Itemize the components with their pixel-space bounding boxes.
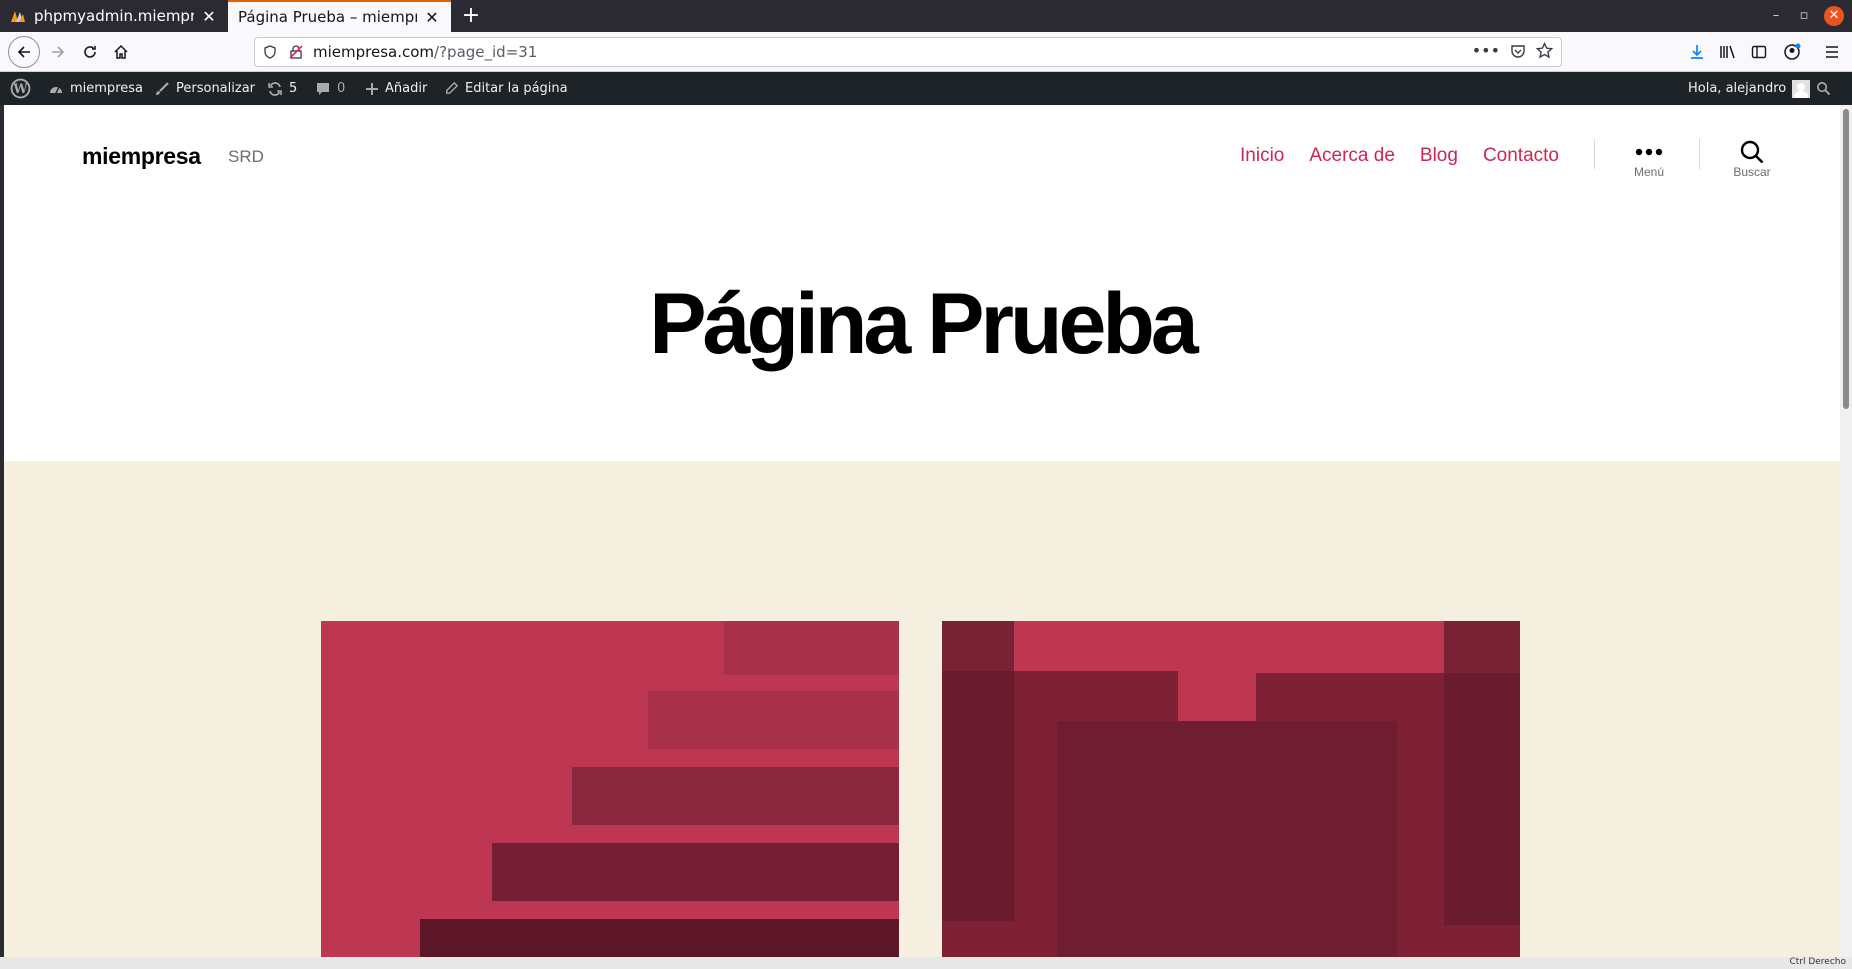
- url-bar[interactable]: miempresa.com/?page_id=31 •••: [254, 37, 1562, 67]
- pencil-icon: [444, 81, 459, 96]
- browser-tab[interactable]: phpmyadmin.miempresa ✕: [0, 0, 228, 32]
- nav-item-contacto[interactable]: Contacto: [1483, 145, 1559, 167]
- primary-navigation: Inicio Acerca de Blog Contacto: [1240, 145, 1559, 167]
- svg-text:W: W: [12, 81, 28, 96]
- arrow-left-icon: [17, 46, 30, 58]
- library-icon: [1720, 45, 1735, 59]
- wordpress-logo-icon: W: [10, 78, 31, 99]
- hamburger-menu-icon: [1826, 46, 1838, 58]
- admin-site-name-label: miempresa: [70, 81, 143, 96]
- avatar: [1792, 79, 1811, 98]
- sidebar-button[interactable]: [1745, 38, 1773, 66]
- forward-button[interactable]: [44, 38, 72, 66]
- wordpress-logo-button[interactable]: W: [10, 72, 31, 105]
- admin-customize-label: Personalizar: [176, 81, 256, 96]
- page-title: Página Prueba: [649, 276, 1198, 372]
- browser-tab-active[interactable]: Página Prueba – miempresa ✕: [228, 0, 451, 32]
- back-button[interactable]: [8, 36, 40, 68]
- reload-button[interactable]: [76, 38, 104, 66]
- library-button[interactable]: [1714, 38, 1742, 66]
- admin-account-menu[interactable]: Hola, alejandro: [1688, 72, 1811, 105]
- page-scrollbar[interactable]: [1840, 105, 1852, 957]
- home-button[interactable]: [107, 38, 135, 66]
- comment-bubble-icon: [315, 81, 331, 97]
- admin-comments[interactable]: 0: [315, 72, 345, 105]
- header-divider: [1699, 139, 1700, 169]
- site-title[interactable]: miempresa: [82, 143, 201, 170]
- insecure-lock-icon[interactable]: [289, 45, 305, 59]
- account-button[interactable]: [1778, 38, 1806, 66]
- shield-icon[interactable]: [263, 45, 279, 59]
- updates-icon: [267, 81, 283, 97]
- plus-icon: [365, 82, 379, 96]
- close-tab-icon[interactable]: ✕: [423, 8, 441, 27]
- paintbrush-icon: [154, 81, 170, 97]
- decorative-art-image: [942, 621, 1520, 957]
- comments-count: 0: [337, 81, 346, 96]
- arrow-right-icon: [52, 46, 65, 58]
- os-status-bar: Ctrl Derecho: [0, 957, 1852, 969]
- window-close-button[interactable]: ✕: [1824, 6, 1844, 26]
- site-description: SRD: [228, 147, 264, 166]
- search-icon: [1739, 139, 1765, 165]
- page-actions-icon[interactable]: •••: [1472, 42, 1500, 59]
- greeting-label: Hola, alejandro: [1688, 81, 1787, 96]
- bookmark-star-icon[interactable]: [1536, 42, 1553, 59]
- admin-edit-page[interactable]: Editar la página: [444, 72, 568, 105]
- reload-icon: [84, 46, 96, 58]
- admin-updates[interactable]: 5: [267, 72, 297, 105]
- wp-admin-bar: W miempresa Personalizar 5 0 Añadir Edit…: [0, 72, 1852, 105]
- phpmyadmin-icon: [11, 11, 25, 22]
- header-divider: [1594, 139, 1595, 169]
- tab-title: phpmyadmin.miempresa: [34, 7, 194, 25]
- nav-item-blog[interactable]: Blog: [1420, 145, 1458, 167]
- sidebar-icon: [1751, 45, 1767, 59]
- restore-icon[interactable]: ▫: [1794, 6, 1814, 26]
- account-icon: [1784, 43, 1801, 60]
- search-toggle-label: Buscar: [1733, 165, 1771, 179]
- app-menu-button[interactable]: [1818, 38, 1846, 66]
- url-domain: miempresa.com: [313, 43, 435, 61]
- browser-tab-strip: phpmyadmin.miempresa ✕ Página Prueba – m…: [0, 0, 1852, 32]
- admin-add-new[interactable]: Añadir: [365, 72, 427, 105]
- new-tab-button[interactable]: +: [458, 3, 484, 29]
- ellipsis-icon: [1635, 139, 1663, 165]
- host-key-label: Ctrl Derecho: [1789, 957, 1846, 967]
- nav-item-acerca-de[interactable]: Acerca de: [1309, 145, 1395, 167]
- minimize-icon[interactable]: –: [1766, 6, 1786, 26]
- admin-customize[interactable]: Personalizar: [154, 72, 255, 105]
- search-toggle[interactable]: Buscar: [1720, 139, 1784, 179]
- home-icon: [114, 44, 128, 59]
- browser-navbar: miempresa.com/?page_id=31 •••: [0, 32, 1852, 72]
- updates-count: 5: [289, 81, 298, 96]
- nav-item-inicio[interactable]: Inicio: [1240, 145, 1284, 167]
- decorative-art-image: [321, 621, 899, 957]
- pocket-icon[interactable]: [1510, 43, 1526, 59]
- edit-page-label: Editar la página: [465, 81, 568, 96]
- page-viewport[interactable]: miempresa SRD Inicio Acerca de Blog Cont…: [4, 105, 1840, 957]
- url-path: /?page_id=31: [434, 43, 538, 61]
- close-tab-icon[interactable]: ✕: [200, 7, 218, 26]
- content-area: [4, 461, 1840, 957]
- tab-title: Página Prueba – miempresa: [238, 8, 417, 26]
- dashboard-icon: [48, 81, 64, 97]
- admin-site-name[interactable]: miempresa: [48, 72, 143, 105]
- scrollbar-thumb[interactable]: [1843, 109, 1849, 409]
- search-icon: [1816, 81, 1831, 96]
- add-new-label: Añadir: [385, 81, 428, 96]
- menu-toggle[interactable]: Menú: [1617, 139, 1681, 179]
- admin-search-button[interactable]: [1816, 72, 1831, 105]
- downloads-button[interactable]: [1683, 38, 1711, 66]
- download-arrow-icon: [1691, 45, 1703, 59]
- menu-toggle-label: Menú: [1633, 165, 1665, 179]
